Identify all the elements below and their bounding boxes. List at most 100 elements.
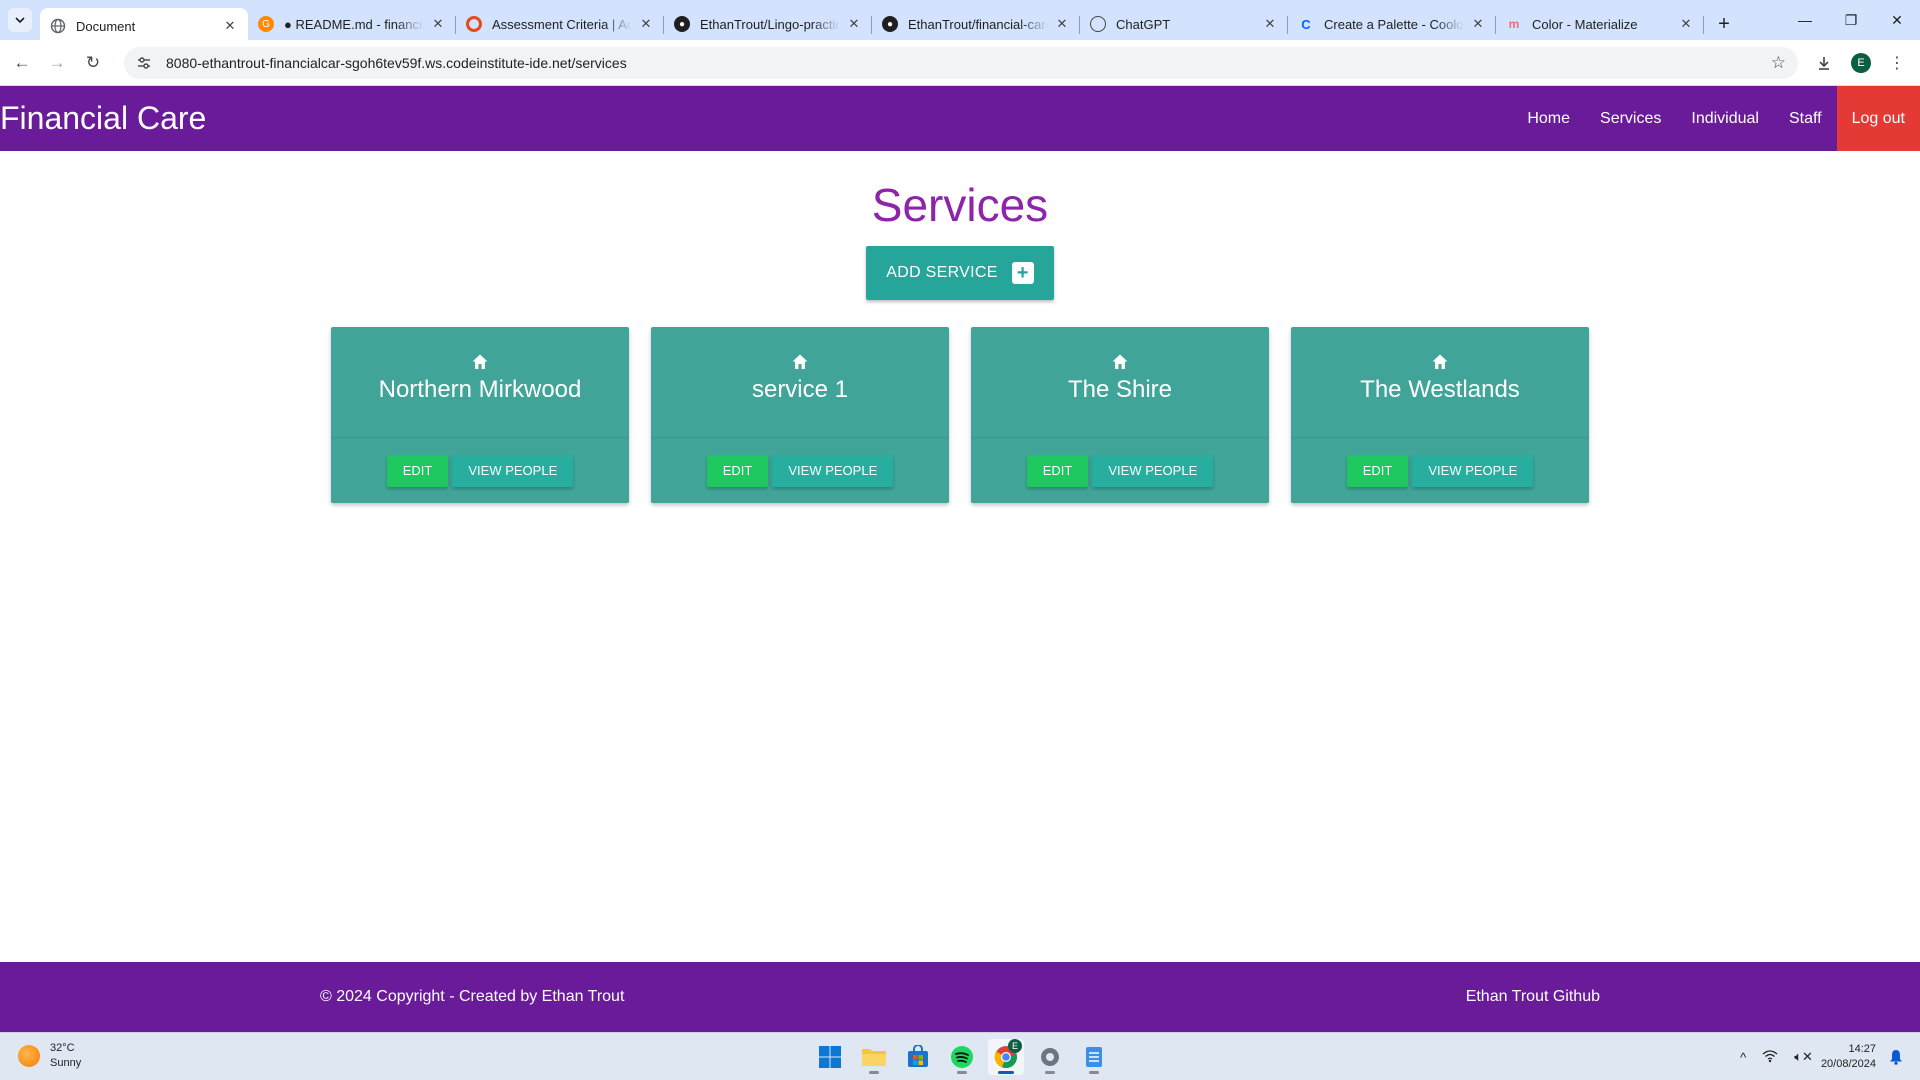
tab-materialize[interactable]: m Color - Materialize ✕ xyxy=(1496,8,1704,40)
card-divider xyxy=(651,437,949,438)
settings-button[interactable] xyxy=(1032,1039,1068,1075)
notepad-button[interactable] xyxy=(1076,1039,1112,1075)
page-title: Services xyxy=(871,179,1049,231)
address-bar[interactable]: 8080-ethantrout-financialcar-sgoh6tev59f… xyxy=(124,47,1798,79)
tab-chatgpt[interactable]: ChatGPT ✕ xyxy=(1080,8,1288,40)
edit-button[interactable]: EDIT xyxy=(1346,455,1409,487)
tab-search-button[interactable] xyxy=(8,8,32,32)
nav-home[interactable]: Home xyxy=(1512,86,1585,151)
url-text[interactable]: 8080-ethantrout-financialcar-sgoh6tev59f… xyxy=(166,55,627,71)
coolors-icon: C xyxy=(1301,16,1311,32)
minimize-icon[interactable]: — xyxy=(1782,0,1828,40)
gear-icon xyxy=(1041,1048,1059,1066)
site-footer: © 2024 Copyright - Created by Ethan Trou… xyxy=(0,962,1920,1032)
copyright-text: © 2024 Copyright - Created by Ethan Trou… xyxy=(320,988,625,1005)
weather-text: 32°C Sunny xyxy=(50,1041,81,1071)
start-button[interactable] xyxy=(812,1039,848,1075)
tab-financial-care-repo[interactable]: ● EthanTrout/financial-care: ✕ xyxy=(872,8,1080,40)
service-name: service 1 xyxy=(751,376,849,403)
close-window-icon[interactable]: ✕ xyxy=(1874,0,1920,40)
download-icon[interactable] xyxy=(1812,51,1836,75)
close-icon[interactable]: ✕ xyxy=(1678,16,1694,32)
nav-services[interactable]: Services xyxy=(1585,86,1676,151)
site-settings-icon[interactable] xyxy=(134,53,154,73)
close-icon[interactable]: ✕ xyxy=(1054,16,1070,32)
tab-lingo-practice[interactable]: ● EthanTrout/Lingo-practice ✕ xyxy=(664,8,872,40)
tab-list: Document ✕ G ● README.md - financial- ✕ … xyxy=(40,4,1738,44)
folder-icon xyxy=(862,1049,886,1066)
card-actions: EDIT VIEW PEOPLE xyxy=(331,455,629,487)
view-people-button[interactable]: VIEW PEOPLE xyxy=(452,455,574,487)
file-explorer-button[interactable] xyxy=(856,1039,892,1075)
home-icon xyxy=(472,354,488,369)
service-card: Northern Mirkwood EDIT VIEW PEOPLE xyxy=(331,327,629,503)
tab-title: Assessment Criteria | Acti xyxy=(492,16,632,32)
weather-widget[interactable]: 32°C Sunny xyxy=(18,1041,81,1071)
store-icon xyxy=(908,1045,928,1067)
close-icon[interactable]: ✕ xyxy=(638,16,654,32)
notepad-icon xyxy=(1086,1047,1102,1067)
restore-icon[interactable]: ❐ xyxy=(1828,0,1874,40)
view-people-button[interactable]: VIEW PEOPLE xyxy=(772,455,894,487)
clock[interactable]: 14:27 20/08/2024 xyxy=(1821,1042,1876,1072)
close-icon[interactable]: ✕ xyxy=(222,18,238,34)
notification-bell-icon[interactable] xyxy=(1886,1047,1906,1067)
back-arrow-icon[interactable]: ← xyxy=(10,51,34,75)
window-controls: — ❐ ✕ xyxy=(1782,0,1920,40)
reload-icon[interactable]: ↻ xyxy=(81,51,105,75)
close-icon[interactable]: ✕ xyxy=(430,16,446,32)
windows-logo-icon xyxy=(819,1046,841,1068)
tab-separator xyxy=(1703,16,1704,34)
service-card: service 1 EDIT VIEW PEOPLE xyxy=(651,327,949,503)
windows-taskbar: 32°C Sunny E ^ 🔈︎✕ 14:27 20/08/2024 xyxy=(0,1032,1920,1080)
running-indicator xyxy=(998,1071,1014,1074)
close-icon[interactable]: ✕ xyxy=(846,16,862,32)
close-icon[interactable]: ✕ xyxy=(1470,16,1486,32)
running-indicator xyxy=(1045,1071,1055,1074)
new-tab-button[interactable]: + xyxy=(1710,10,1738,38)
chevron-down-icon xyxy=(15,17,25,24)
wifi-icon[interactable] xyxy=(1762,1049,1778,1066)
system-tray: ^ 🔈︎✕ 14:27 20/08/2024 xyxy=(1732,1033,1920,1080)
nav-staff[interactable]: Staff xyxy=(1774,86,1837,151)
globe-icon xyxy=(50,18,66,34)
tab-coolors[interactable]: C Create a Palette - Coolors ✕ xyxy=(1288,8,1496,40)
service-name: The Shire xyxy=(1067,376,1173,403)
edit-button[interactable]: EDIT xyxy=(386,455,449,487)
chatgpt-icon xyxy=(1090,16,1106,32)
service-name: Northern Mirkwood xyxy=(378,376,582,403)
volume-muted-icon[interactable]: 🔈︎✕ xyxy=(1794,1049,1813,1065)
tab-document[interactable]: Document ✕ xyxy=(40,8,248,44)
edit-button[interactable]: EDIT xyxy=(706,455,769,487)
nav-logout[interactable]: Log out xyxy=(1836,86,1920,151)
edit-button[interactable]: EDIT xyxy=(1026,455,1089,487)
running-indicator xyxy=(869,1071,879,1074)
browser-toolbar: ← → ↻ 8080-ethantrout-financialcar-sgoh6… xyxy=(0,40,1920,86)
store-button[interactable] xyxy=(900,1039,936,1075)
forward-arrow-icon[interactable]: → xyxy=(45,51,69,75)
clock-time: 14:27 xyxy=(1848,1043,1876,1055)
tab-assessment-criteria[interactable]: Assessment Criteria | Acti ✕ xyxy=(456,8,664,40)
card-divider xyxy=(971,437,1269,438)
chrome-button[interactable]: E xyxy=(988,1039,1024,1075)
temperature: 32°C xyxy=(50,1042,75,1054)
add-service-button[interactable]: ADD SERVICE + xyxy=(866,246,1054,300)
chevron-up-icon[interactable]: ^ xyxy=(1740,1050,1746,1065)
service-cards: Northern Mirkwood EDIT VIEW PEOPLE servi… xyxy=(331,327,1589,503)
spotify-button[interactable] xyxy=(944,1039,980,1075)
view-people-button[interactable]: VIEW PEOPLE xyxy=(1092,455,1214,487)
close-icon[interactable]: ✕ xyxy=(1262,16,1278,32)
profile-avatar[interactable]: E xyxy=(1849,51,1873,75)
running-indicator xyxy=(957,1071,967,1074)
view-people-button[interactable]: VIEW PEOPLE xyxy=(1412,455,1534,487)
github-link[interactable]: Ethan Trout Github xyxy=(1466,962,1600,1032)
card-actions: EDIT VIEW PEOPLE xyxy=(651,455,949,487)
tab-readme[interactable]: G ● README.md - financial- ✕ xyxy=(248,8,456,40)
bookmark-star-icon[interactable]: ☆ xyxy=(1771,53,1786,73)
card-actions: EDIT VIEW PEOPLE xyxy=(1291,455,1589,487)
running-indicator xyxy=(1089,1071,1099,1074)
nav-individual[interactable]: Individual xyxy=(1676,86,1774,151)
clock-date: 20/08/2024 xyxy=(1820,1058,1876,1070)
brand-logo[interactable]: Financial Care xyxy=(0,86,206,151)
kebab-menu-icon[interactable]: ⋮ xyxy=(1885,51,1909,75)
